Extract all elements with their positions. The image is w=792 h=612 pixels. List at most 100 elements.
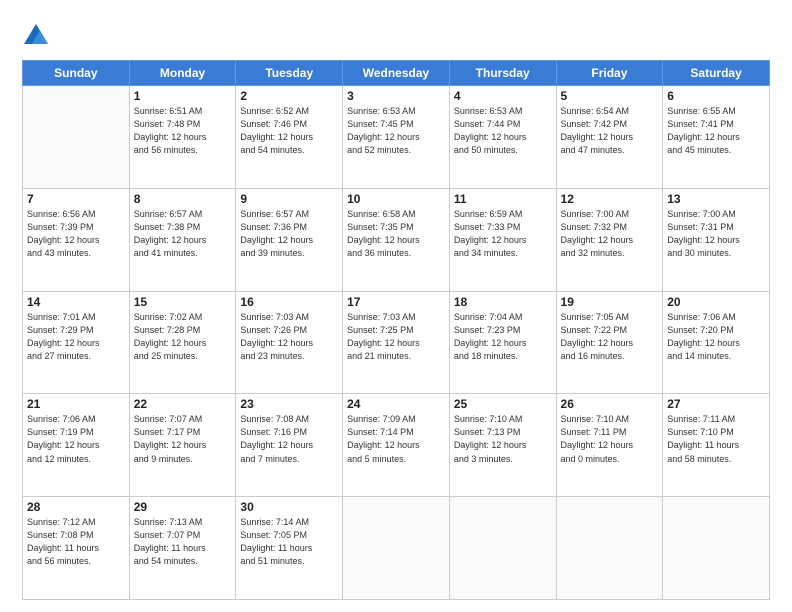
- logo-icon: [22, 22, 50, 50]
- day-info: Sunrise: 6:54 AMSunset: 7:42 PMDaylight:…: [561, 105, 659, 157]
- calendar-cell: 18 Sunrise: 7:04 AMSunset: 7:23 PMDayligh…: [449, 291, 556, 394]
- day-info: Sunrise: 7:02 AMSunset: 7:28 PMDaylight:…: [134, 311, 232, 363]
- calendar-cell: 7 Sunrise: 6:56 AMSunset: 7:39 PMDaylight…: [23, 188, 130, 291]
- calendar-cell: 13 Sunrise: 7:00 AMSunset: 7:31 PMDayligh…: [663, 188, 770, 291]
- calendar-cell: 23 Sunrise: 7:08 AMSunset: 7:16 PMDayligh…: [236, 394, 343, 497]
- calendar-cell: 11 Sunrise: 6:59 AMSunset: 7:33 PMDayligh…: [449, 188, 556, 291]
- calendar-header-wednesday: Wednesday: [343, 61, 450, 86]
- day-info: Sunrise: 7:10 AMSunset: 7:11 PMDaylight:…: [561, 413, 659, 465]
- calendar-cell: 9 Sunrise: 6:57 AMSunset: 7:36 PMDaylight…: [236, 188, 343, 291]
- day-number: 27: [667, 397, 765, 411]
- day-info: Sunrise: 7:13 AMSunset: 7:07 PMDaylight:…: [134, 516, 232, 568]
- calendar-cell: 6 Sunrise: 6:55 AMSunset: 7:41 PMDaylight…: [663, 86, 770, 189]
- day-info: Sunrise: 6:52 AMSunset: 7:46 PMDaylight:…: [240, 105, 338, 157]
- day-number: 4: [454, 89, 552, 103]
- day-info: Sunrise: 7:00 AMSunset: 7:32 PMDaylight:…: [561, 208, 659, 260]
- calendar-cell: 8 Sunrise: 6:57 AMSunset: 7:38 PMDaylight…: [129, 188, 236, 291]
- calendar-header-sunday: Sunday: [23, 61, 130, 86]
- day-info: Sunrise: 6:56 AMSunset: 7:39 PMDaylight:…: [27, 208, 125, 260]
- calendar-cell: 1 Sunrise: 6:51 AMSunset: 7:48 PMDaylight…: [129, 86, 236, 189]
- day-info: Sunrise: 6:53 AMSunset: 7:44 PMDaylight:…: [454, 105, 552, 157]
- day-number: 15: [134, 295, 232, 309]
- calendar-header-thursday: Thursday: [449, 61, 556, 86]
- day-number: 13: [667, 192, 765, 206]
- day-info: Sunrise: 7:11 AMSunset: 7:10 PMDaylight:…: [667, 413, 765, 465]
- calendar-cell: 19 Sunrise: 7:05 AMSunset: 7:22 PMDayligh…: [556, 291, 663, 394]
- calendar-cell: 24 Sunrise: 7:09 AMSunset: 7:14 PMDayligh…: [343, 394, 450, 497]
- calendar-header-friday: Friday: [556, 61, 663, 86]
- calendar-cell: [23, 86, 130, 189]
- day-number: 14: [27, 295, 125, 309]
- day-number: 6: [667, 89, 765, 103]
- calendar-cell: 3 Sunrise: 6:53 AMSunset: 7:45 PMDaylight…: [343, 86, 450, 189]
- calendar-week-row: 21Sunrise: 7:06 AMSunset: 7:19 PMDayligh…: [23, 394, 770, 497]
- day-number: 3: [347, 89, 445, 103]
- day-info: Sunrise: 6:58 AMSunset: 7:35 PMDaylight:…: [347, 208, 445, 260]
- calendar-cell: 17Sunrise: 7:03 AMSunset: 7:25 PMDayligh…: [343, 291, 450, 394]
- day-info: Sunrise: 6:55 AMSunset: 7:41 PMDaylight:…: [667, 105, 765, 157]
- calendar-week-row: 14 Sunrise: 7:01 AMSunset: 7:29 PMDayligh…: [23, 291, 770, 394]
- day-number: 8: [134, 192, 232, 206]
- day-number: 16: [240, 295, 338, 309]
- calendar-cell: 5Sunrise: 6:54 AMSunset: 7:42 PMDaylight…: [556, 86, 663, 189]
- day-number: 19: [561, 295, 659, 309]
- day-number: 21: [27, 397, 125, 411]
- day-number: 18: [454, 295, 552, 309]
- day-info: Sunrise: 7:00 AMSunset: 7:31 PMDaylight:…: [667, 208, 765, 260]
- calendar-header-saturday: Saturday: [663, 61, 770, 86]
- calendar-cell: 10Sunrise: 6:58 AMSunset: 7:35 PMDayligh…: [343, 188, 450, 291]
- calendar-cell: 16Sunrise: 7:03 AMSunset: 7:26 PMDayligh…: [236, 291, 343, 394]
- page: SundayMondayTuesdayWednesdayThursdayFrid…: [0, 0, 792, 612]
- day-info: Sunrise: 7:08 AMSunset: 7:16 PMDaylight:…: [240, 413, 338, 465]
- day-info: Sunrise: 7:05 AMSunset: 7:22 PMDaylight:…: [561, 311, 659, 363]
- calendar-cell: 14 Sunrise: 7:01 AMSunset: 7:29 PMDayligh…: [23, 291, 130, 394]
- day-number: 30: [240, 500, 338, 514]
- calendar-cell: 2Sunrise: 6:52 AMSunset: 7:46 PMDaylight…: [236, 86, 343, 189]
- day-info: Sunrise: 7:01 AMSunset: 7:29 PMDaylight:…: [27, 311, 125, 363]
- day-info: Sunrise: 7:12 AMSunset: 7:08 PMDaylight:…: [27, 516, 125, 568]
- day-number: 29: [134, 500, 232, 514]
- calendar-cell: 4 Sunrise: 6:53 AMSunset: 7:44 PMDaylight…: [449, 86, 556, 189]
- day-number: 26: [561, 397, 659, 411]
- calendar-header-row: SundayMondayTuesdayWednesdayThursdayFrid…: [23, 61, 770, 86]
- day-info: Sunrise: 7:04 AMSunset: 7:23 PMDaylight:…: [454, 311, 552, 363]
- day-info: Sunrise: 7:09 AMSunset: 7:14 PMDaylight:…: [347, 413, 445, 465]
- day-number: 1: [134, 89, 232, 103]
- calendar-cell: 21Sunrise: 7:06 AMSunset: 7:19 PMDayligh…: [23, 394, 130, 497]
- day-info: Sunrise: 7:07 AMSunset: 7:17 PMDaylight:…: [134, 413, 232, 465]
- calendar-week-row: 1 Sunrise: 6:51 AMSunset: 7:48 PMDaylight…: [23, 86, 770, 189]
- calendar-header-tuesday: Tuesday: [236, 61, 343, 86]
- calendar-cell: 25 Sunrise: 7:10 AMSunset: 7:13 PMDayligh…: [449, 394, 556, 497]
- calendar-cell: [663, 497, 770, 600]
- day-number: 22: [134, 397, 232, 411]
- day-number: 11: [454, 192, 552, 206]
- calendar-cell: 30Sunrise: 7:14 AMSunset: 7:05 PMDayligh…: [236, 497, 343, 600]
- day-info: Sunrise: 6:51 AMSunset: 7:48 PMDaylight:…: [134, 105, 232, 157]
- day-info: Sunrise: 6:59 AMSunset: 7:33 PMDaylight:…: [454, 208, 552, 260]
- calendar-week-row: 7 Sunrise: 6:56 AMSunset: 7:39 PMDaylight…: [23, 188, 770, 291]
- day-number: 28: [27, 500, 125, 514]
- day-number: 24: [347, 397, 445, 411]
- day-info: Sunrise: 7:10 AMSunset: 7:13 PMDaylight:…: [454, 413, 552, 465]
- day-number: 23: [240, 397, 338, 411]
- calendar-cell: 27 Sunrise: 7:11 AMSunset: 7:10 PMDayligh…: [663, 394, 770, 497]
- day-number: 25: [454, 397, 552, 411]
- calendar-table: SundayMondayTuesdayWednesdayThursdayFrid…: [22, 60, 770, 600]
- day-number: 9: [240, 192, 338, 206]
- header: [22, 18, 770, 50]
- calendar-cell: [343, 497, 450, 600]
- logo: [22, 22, 54, 50]
- calendar-cell: 29 Sunrise: 7:13 AMSunset: 7:07 PMDayligh…: [129, 497, 236, 600]
- day-info: Sunrise: 6:57 AMSunset: 7:36 PMDaylight:…: [240, 208, 338, 260]
- day-info: Sunrise: 7:06 AMSunset: 7:20 PMDaylight:…: [667, 311, 765, 363]
- day-number: 7: [27, 192, 125, 206]
- day-info: Sunrise: 7:03 AMSunset: 7:25 PMDaylight:…: [347, 311, 445, 363]
- day-number: 12: [561, 192, 659, 206]
- day-info: Sunrise: 6:57 AMSunset: 7:38 PMDaylight:…: [134, 208, 232, 260]
- calendar-week-row: 28 Sunrise: 7:12 AMSunset: 7:08 PMDayligh…: [23, 497, 770, 600]
- day-info: Sunrise: 6:53 AMSunset: 7:45 PMDaylight:…: [347, 105, 445, 157]
- calendar-cell: 12 Sunrise: 7:00 AMSunset: 7:32 PMDayligh…: [556, 188, 663, 291]
- calendar-cell: 28 Sunrise: 7:12 AMSunset: 7:08 PMDayligh…: [23, 497, 130, 600]
- calendar-cell: 15 Sunrise: 7:02 AMSunset: 7:28 PMDayligh…: [129, 291, 236, 394]
- calendar-cell: [556, 497, 663, 600]
